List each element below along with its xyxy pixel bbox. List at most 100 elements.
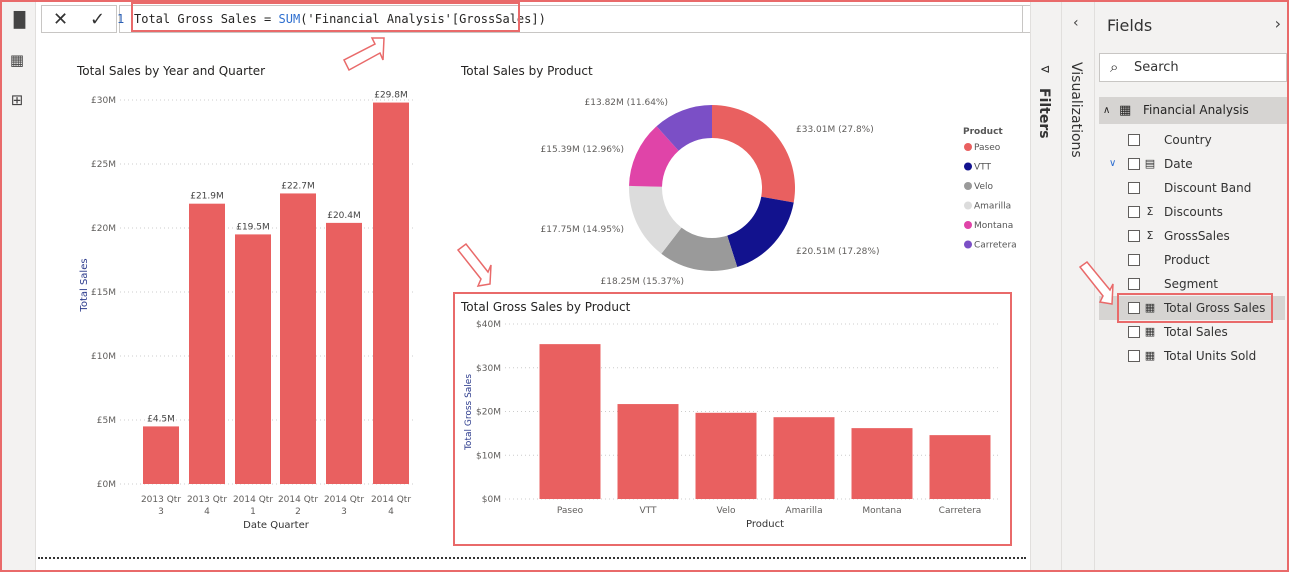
x-tick-label: 2014 Qtr [233, 495, 273, 505]
sigma-icon: Σ [1146, 205, 1154, 218]
x-tick-label: 3 [341, 507, 347, 517]
calculator-icon: ▦ [1144, 325, 1156, 338]
field-item[interactable]: ▦ Total Units Sold [1095, 344, 1289, 368]
field-item[interactable]: Σ Discounts [1095, 200, 1289, 224]
visualizations-label[interactable]: Visualizations [1068, 62, 1084, 158]
bar [326, 222, 362, 484]
fields-pane: Fields › ⌕ Search ∧ ▦ Financial Analysis … [1094, 0, 1289, 572]
checkbox[interactable] [1128, 326, 1140, 338]
field-label: Product [1164, 253, 1210, 267]
x-tick-label: 3 [158, 507, 164, 517]
x-tick-label: Paseo [557, 506, 584, 516]
field-item[interactable]: Σ GrossSales [1095, 224, 1289, 248]
legend-marker [964, 240, 972, 249]
y-tick-label: $20M [476, 408, 501, 418]
sigma-icon: Σ [1146, 229, 1154, 242]
y-tick-label: £30M [91, 96, 116, 106]
legend-item: Paseo [974, 143, 1001, 153]
x-tick-label: 2014 Qtr [324, 495, 364, 505]
data-label: £20.51M (17.28%) [796, 247, 879, 257]
chevron-up-icon[interactable]: ∧ [1103, 97, 1110, 124]
y-axis-title: Total Gross Sales [464, 374, 474, 451]
chevron-right-icon[interactable]: › [1275, 14, 1281, 33]
data-label: £19.5M [236, 222, 270, 232]
checkbox[interactable] [1128, 254, 1140, 266]
donut-slice [712, 105, 795, 203]
filter-icon: ⊲ [1040, 62, 1051, 76]
x-tick-label: 2 [295, 507, 301, 517]
table-icon: ▦ [1119, 103, 1132, 118]
x-tick-label: Carretera [939, 506, 982, 516]
x-tick-label: VTT [640, 506, 657, 516]
bar [929, 435, 991, 499]
table-name: Financial Analysis [1143, 103, 1249, 117]
field-label: Date [1164, 157, 1193, 171]
chevron-down-icon[interactable]: ∨ [1109, 152, 1116, 176]
bar [851, 428, 913, 499]
x-tick-label: 2013 Qtr [141, 495, 181, 505]
y-tick-label: £25M [91, 160, 116, 170]
checkbox[interactable] [1128, 134, 1140, 146]
field-label: GrossSales [1164, 229, 1230, 243]
field-item[interactable]: Discount Band [1095, 176, 1289, 200]
filters-label[interactable]: Filters [1036, 88, 1052, 139]
legend-item: Carretera [974, 241, 1017, 251]
legend-item: Velo [974, 182, 993, 192]
bar [539, 344, 601, 499]
bar [280, 193, 316, 484]
y-tick-label: £0M [97, 480, 116, 490]
field-item[interactable]: Product [1095, 248, 1289, 272]
y-tick-label: £15M [91, 288, 116, 298]
y-tick-label: $10M [476, 451, 501, 461]
legend-marker [964, 201, 972, 210]
y-tick-label: $40M [476, 320, 501, 330]
y-tick-label: £5M [97, 416, 116, 426]
checkbox[interactable] [1128, 230, 1140, 242]
bar [189, 203, 225, 484]
data-label: £29.8M [374, 91, 408, 101]
field-label: Country [1164, 133, 1212, 147]
table-financial-analysis[interactable]: ∧ ▦ Financial Analysis [1099, 97, 1289, 124]
field-item[interactable]: ▦ Total Sales [1095, 320, 1289, 344]
x-tick-label: 2014 Qtr [371, 495, 411, 505]
legend-marker [964, 221, 972, 229]
donut-slice [727, 196, 794, 268]
data-label: £18.25M (15.37%) [601, 277, 684, 287]
legend-marker [964, 182, 972, 190]
data-label: £4.5M [147, 414, 175, 424]
x-tick-label: Velo [716, 506, 735, 516]
checkbox[interactable] [1128, 182, 1140, 194]
field-label: Total Sales [1164, 325, 1228, 339]
checkbox[interactable] [1128, 206, 1140, 218]
field-item[interactable]: ∨ ▤ Date [1095, 152, 1289, 176]
legend-marker [964, 162, 972, 171]
checkbox[interactable] [1128, 158, 1140, 170]
bar [143, 426, 179, 484]
visualizations-pane[interactable]: ‹ Visualizations [1061, 0, 1094, 572]
x-tick-label: 4 [204, 507, 210, 517]
checkbox[interactable] [1128, 350, 1140, 362]
x-tick-label: 2014 Qtr [278, 495, 318, 505]
search-placeholder: Search [1134, 60, 1179, 75]
field-label: Total Units Sold [1164, 349, 1257, 363]
legend-item: Montana [974, 221, 1013, 231]
y-tick-label: $0M [482, 495, 501, 505]
x-axis-title: Product [746, 519, 784, 530]
search-input[interactable]: ⌕ Search [1099, 53, 1287, 82]
data-label: £17.75M (14.95%) [541, 225, 624, 235]
calendar-icon: ▤ [1144, 157, 1156, 170]
data-label: £21.9M [190, 192, 224, 202]
x-tick-label: Montana [862, 506, 901, 516]
filters-pane[interactable]: ⊲ Filters [1030, 0, 1061, 572]
data-label: £22.7M [281, 181, 315, 191]
chevron-left-icon[interactable]: ‹ [1073, 15, 1079, 31]
field-label: Discounts [1164, 205, 1223, 219]
bar [373, 102, 409, 484]
legend-item: Amarilla [974, 202, 1011, 212]
bar [773, 417, 835, 499]
checkbox[interactable] [1128, 278, 1140, 290]
data-label: £33.01M (27.8%) [796, 125, 874, 135]
field-item[interactable]: Country [1095, 128, 1289, 152]
fields-title: Fields [1107, 16, 1153, 35]
y-tick-label: £10M [91, 352, 116, 362]
